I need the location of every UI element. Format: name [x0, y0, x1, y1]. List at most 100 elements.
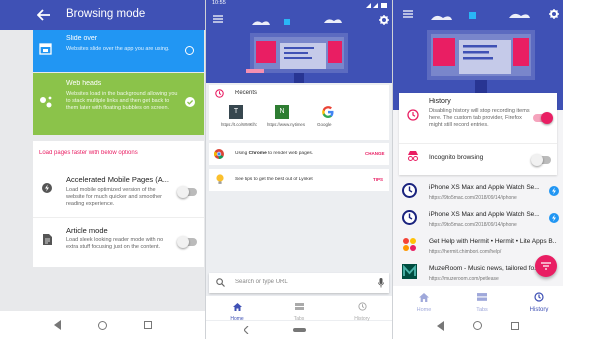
- system-nav-bar: [206, 321, 392, 339]
- item-title: iPhone XS Max and Apple Watch Se...: [429, 211, 539, 218]
- chrome-text-suffix: to render web pages.: [266, 151, 314, 156]
- nav-history[interactable]: History: [523, 289, 555, 313]
- nav-home[interactable]: Home: [222, 298, 252, 322]
- amp-toggle[interactable]: [177, 186, 197, 198]
- bottom-navigation: Home Tabs History: [393, 286, 563, 313]
- list-item[interactable]: Get Help with Hermit • Hermit • Lite App…: [393, 232, 563, 259]
- amp-title: Accelerated Mobile Pages (A...: [66, 175, 169, 184]
- incognito-label: Incognito browsing: [429, 154, 484, 161]
- mic-icon[interactable]: [378, 278, 384, 288]
- clock-favicon-icon: [402, 210, 417, 225]
- system-nav-bar: [0, 311, 205, 339]
- recents-icon[interactable]: [143, 321, 152, 329]
- browser-illustration: [244, 15, 354, 83]
- clock-favicon-icon: [402, 183, 417, 198]
- article-option[interactable]: Article mode Load sleek looking reader m…: [33, 218, 204, 266]
- item-url: https://9to5mac.com/2018/09/14/iphone: [429, 195, 517, 201]
- lightning-icon: [42, 183, 52, 193]
- tips-card: See tips to get the best out of Lynket T…: [209, 169, 389, 191]
- amp-option[interactable]: Accelerated Mobile Pages (A... Load mobi…: [33, 165, 204, 217]
- muzeroom-favicon-icon: [402, 264, 417, 279]
- history-desc: Disabling history will stop recording it…: [429, 108, 530, 128]
- status-icons: [366, 2, 388, 8]
- check-circle-icon[interactable]: [185, 97, 195, 107]
- radio-unselected-icon[interactable]: [185, 46, 194, 55]
- recent-label: https://t.co/WMKlh1Ls: [221, 122, 257, 127]
- home-pill-icon[interactable]: [293, 328, 306, 332]
- nav-history[interactable]: History: [347, 298, 377, 322]
- options-card: Load pages faster with below options Acc…: [33, 141, 204, 267]
- site-favicon: N: [275, 105, 289, 119]
- list-item[interactable]: iPhone XS Max and Apple Watch Se... http…: [393, 205, 563, 232]
- history-toggle[interactable]: [533, 112, 553, 124]
- search-bar[interactable]: Search or type URL: [209, 273, 389, 293]
- back-arrow-icon[interactable]: [37, 8, 51, 22]
- search-input[interactable]: Search or type URL: [235, 279, 288, 285]
- history-clock-icon: [407, 109, 419, 121]
- system-nav-bar: [393, 312, 563, 339]
- slide-over-title: Slide over: [66, 35, 98, 42]
- page-title: Browsing mode: [66, 8, 146, 20]
- nav-tabs[interactable]: Tabs: [284, 298, 314, 322]
- section-label: Load pages faster with below options: [39, 150, 138, 156]
- recents-icon[interactable]: [510, 321, 519, 330]
- lynket-home-screen: 10:55 Recents T https://t.co/WMKlh N htt…: [206, 0, 392, 339]
- status-bar: 10:55: [206, 0, 392, 9]
- header-illustration: [206, 9, 392, 83]
- home-icon[interactable]: [472, 321, 482, 330]
- history-title: History: [429, 98, 451, 105]
- item-url: https://9to5mac.com/2018/09/14/iphone: [429, 222, 517, 228]
- home-icon[interactable]: [97, 320, 107, 330]
- settings-gear-icon[interactable]: [379, 15, 389, 25]
- article-toggle[interactable]: [177, 236, 197, 248]
- recent-label: https://www.nytimes.com/20...: [267, 122, 305, 127]
- fab-button[interactable]: [535, 255, 557, 277]
- amp-desc: Load mobile optimized version of the web…: [66, 187, 162, 207]
- chrome-text-bold: Chrome: [248, 151, 267, 156]
- history-clock-icon: [215, 89, 224, 98]
- bottom-navigation: Home Tabs History: [206, 296, 392, 322]
- nav-home[interactable]: Home: [409, 289, 439, 313]
- hermit-favicon-icon: [402, 237, 417, 252]
- filter-list-icon: [541, 262, 551, 270]
- item-title: iPhone XS Max and Apple Watch Se...: [429, 184, 539, 191]
- recent-item[interactable]: T https://t.co/WMKlh1Ls: [221, 105, 261, 137]
- web-heads-option[interactable]: Web heads Websites load in the backgroun…: [33, 73, 204, 135]
- card-divider: [399, 143, 557, 144]
- tips-button[interactable]: TIPS: [373, 177, 383, 182]
- article-title: Article mode: [66, 226, 108, 235]
- history-icon: [534, 292, 544, 302]
- home-icon: [232, 303, 242, 311]
- right-margin: [563, 0, 601, 339]
- recents-card: Recents T https://t.co/WMKlh1Ls N https:…: [209, 85, 389, 140]
- menu-icon[interactable]: [213, 15, 223, 23]
- item-url: https://muzeroom.com/petlease: [429, 276, 499, 282]
- nav-tabs[interactable]: Tabs: [467, 289, 497, 313]
- bolt-badge-icon: [549, 186, 559, 196]
- back-icon[interactable]: [244, 326, 249, 334]
- back-icon[interactable]: [53, 320, 61, 330]
- list-item[interactable]: iPhone XS Max and Apple Watch Se... http…: [393, 178, 563, 205]
- bubbles-icon: [39, 95, 53, 109]
- incognito-toggle[interactable]: [531, 154, 551, 166]
- back-icon[interactable]: [437, 320, 445, 331]
- chrome-provider-card: Using Chrome to render web pages. CHANGE: [209, 143, 389, 165]
- slide-over-option[interactable]: Slide over Websites slide over the app y…: [33, 30, 204, 72]
- history-screen: History Disabling history will stop reco…: [393, 0, 563, 339]
- settings-gear-icon[interactable]: [549, 9, 559, 19]
- change-button[interactable]: CHANGE: [365, 151, 385, 156]
- recent-item[interactable]: Google: [313, 105, 353, 137]
- recents-label: Recents: [235, 90, 258, 96]
- window-icon: [39, 43, 52, 55]
- browsing-mode-screen: Browsing mode Slide over Websites slide …: [0, 0, 205, 339]
- menu-icon[interactable]: [403, 10, 413, 18]
- site-favicon: T: [229, 105, 243, 119]
- clock: 10:55: [212, 0, 226, 6]
- home-icon: [419, 293, 429, 302]
- history-settings-card: History Disabling history will stop reco…: [399, 93, 557, 175]
- lightbulb-icon: [216, 174, 224, 185]
- item-title: Get Help with Hermit • Hermit • Lite App…: [429, 238, 557, 245]
- app-bar: Browsing mode: [0, 0, 205, 30]
- recent-label: Google: [317, 122, 332, 127]
- recent-item[interactable]: N https://www.nytimes.com/20...: [267, 105, 307, 137]
